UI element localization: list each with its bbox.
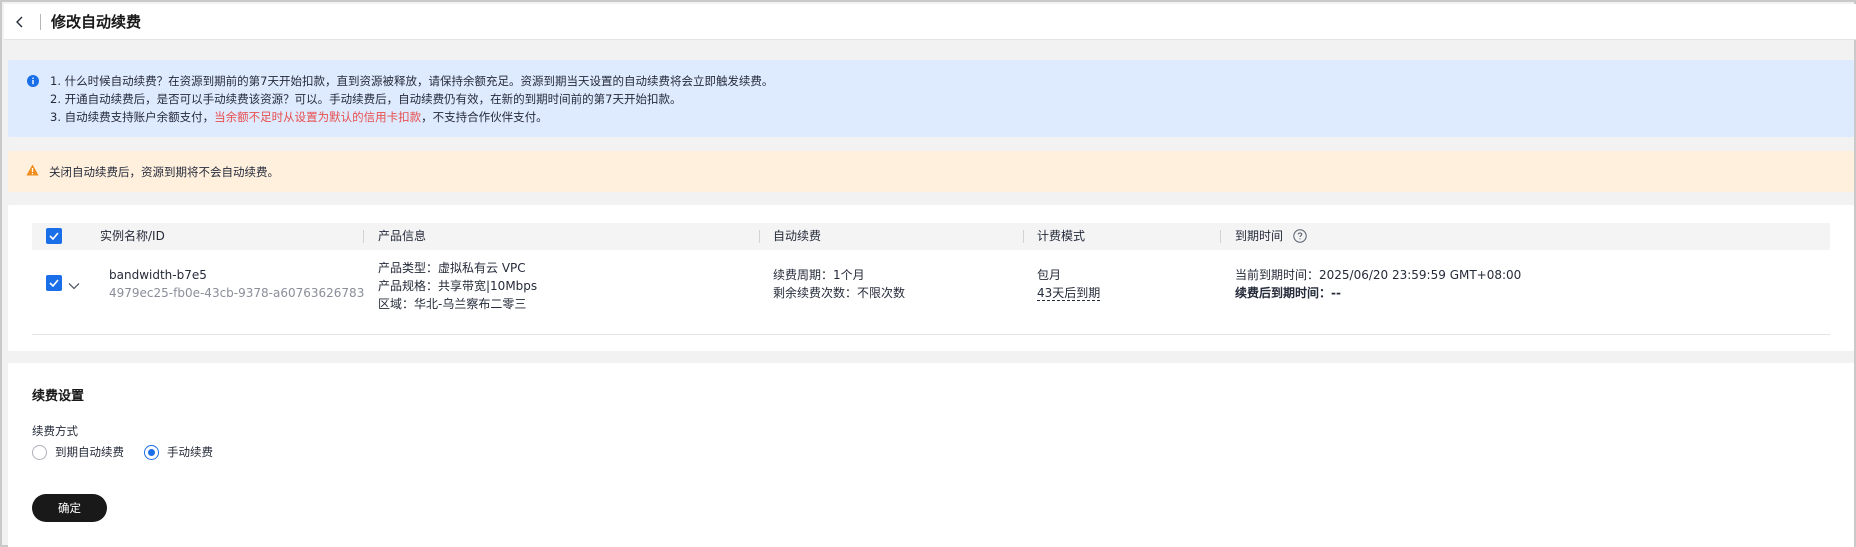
renew-remaining: 剩余续费次数：不限次数	[773, 286, 906, 300]
info-alert: 1. 什么时候自动续费？在资源到期前的第7天开始扣款，直到资源被释放，请保持余额…	[8, 60, 1854, 137]
radio-manual-renew[interactable]: 手动续费	[144, 444, 213, 460]
product-cell: 产品类型：虚拟私有云 VPC 产品规格：共享带宽|10Mbps 区域：华北-乌兰…	[378, 259, 537, 313]
warning-alert-text: 关闭自动续费后，资源到期将不会自动续费。	[49, 164, 279, 179]
warning-triangle-icon	[26, 164, 39, 179]
page-header: 修改自动续费	[4, 4, 1856, 40]
renew-settings-card: 续费设置 续费方式 到期自动续费 手动续费 确定	[8, 363, 1854, 547]
renew-method-radio-group: 到期自动续费 手动续费	[32, 444, 233, 460]
row-checkbox[interactable]	[46, 275, 62, 291]
table-header: 实例名称/ID 产品信息 自动续费 计费模式 到期时间	[32, 223, 1830, 250]
billing-cell: 包月 43天后到期	[1037, 266, 1101, 302]
info-alert-line-2: 2. 开通自动续费后，是否可以手动续费该资源？可以。手动续费后，自动续费仍有效，…	[50, 92, 682, 106]
column-header-billing: 计费模式	[1037, 229, 1086, 243]
settings-title: 续费设置	[32, 389, 85, 404]
renew-period: 续费周期：1个月	[773, 268, 865, 282]
renew-method-label: 续费方式	[32, 424, 78, 438]
info-circle-icon	[27, 75, 39, 90]
info-alert-line-3-suffix: ，不支持合作伙伴支付。	[421, 110, 548, 124]
select-all-checkbox[interactable]	[46, 228, 62, 244]
info-alert-line-3-highlight: 当余额不足时从设置为默认的信用卡扣款	[214, 110, 422, 124]
expiry-cell: 当前到期时间：2025/06/20 23:59:59 GMT+08:00 续费后…	[1235, 266, 1521, 302]
radio-manual-renew-circle[interactable]	[144, 444, 159, 460]
chevron-left-icon[interactable]	[6, 4, 34, 40]
table-row: bandwidth-b7e5 4979ec25-fb0e-43cb-9378-a…	[32, 250, 1830, 335]
column-header-expiry: 到期时间	[1235, 229, 1284, 243]
instance-name: bandwidth-b7e5	[109, 268, 207, 282]
checkmark-icon	[49, 232, 59, 240]
column-divider	[1220, 230, 1221, 243]
confirm-button[interactable]: 确定	[32, 494, 107, 522]
column-header-product: 产品信息	[378, 229, 427, 243]
product-type: 产品类型：虚拟私有云 VPC	[378, 261, 526, 275]
radio-manual-renew-label: 手动续费	[167, 445, 213, 459]
column-divider	[363, 230, 364, 243]
billing-expire-countdown[interactable]: 43天后到期	[1037, 286, 1101, 301]
column-header-auto-renew: 自动续费	[773, 229, 822, 243]
warning-alert: 关闭自动续费后，资源到期将不会自动续费。	[8, 151, 1854, 192]
after-renew-expiry: 续费后到期时间：--	[1235, 284, 1521, 302]
product-spec: 产品规格：共享带宽|10Mbps	[378, 279, 538, 293]
chevron-down-icon[interactable]	[68, 279, 80, 293]
column-header-instance: 实例名称/ID	[100, 229, 165, 243]
instance-cell: bandwidth-b7e5 4979ec25-fb0e-43cb-9378-a…	[109, 266, 364, 302]
billing-mode: 包月	[1037, 268, 1062, 282]
product-region: 区域：华北-乌兰察布二零三	[378, 297, 527, 311]
after-renew-label: 续费后到期时间：	[1235, 286, 1332, 300]
instance-id: 4979ec25-fb0e-43cb-9378-a60763626783	[109, 286, 365, 300]
info-alert-line-3: 3. 自动续费支持账户余额支付，当余额不足时从设置为默认的信用卡扣款，不支持合作…	[50, 108, 1854, 126]
instance-table-card: 实例名称/ID 产品信息 自动续费 计费模式 到期时间 bandwidth-b7…	[8, 205, 1854, 351]
question-circle-icon[interactable]	[1293, 229, 1307, 246]
after-renew-value: --	[1331, 286, 1341, 300]
radio-auto-renew-circle[interactable]	[32, 444, 47, 460]
page-title: 修改自动续费	[51, 13, 142, 31]
radio-auto-renew-label: 到期自动续费	[55, 445, 124, 459]
header-divider	[40, 13, 41, 30]
checkmark-icon	[49, 279, 59, 287]
column-divider	[759, 230, 760, 243]
info-alert-line-1: 1. 什么时候自动续费？在资源到期前的第7天开始扣款，直到资源被释放，请保持余额…	[50, 74, 774, 88]
radio-auto-renew[interactable]: 到期自动续费	[32, 444, 124, 460]
info-alert-lines: 1. 什么时候自动续费？在资源到期前的第7天开始扣款，直到资源被释放，请保持余额…	[50, 72, 1854, 126]
current-expiry: 当前到期时间：2025/06/20 23:59:59 GMT+08:00	[1235, 268, 1522, 282]
column-divider	[1023, 230, 1024, 243]
info-alert-line-3-prefix: 3. 自动续费支持账户余额支付，	[50, 110, 215, 124]
auto-renew-cell: 续费周期：1个月 剩余续费次数：不限次数	[773, 266, 905, 302]
app-frame: 修改自动续费 1. 什么时候自动续费？在资源到期前的第7天开始扣款，直到资源被释…	[0, 0, 1856, 547]
